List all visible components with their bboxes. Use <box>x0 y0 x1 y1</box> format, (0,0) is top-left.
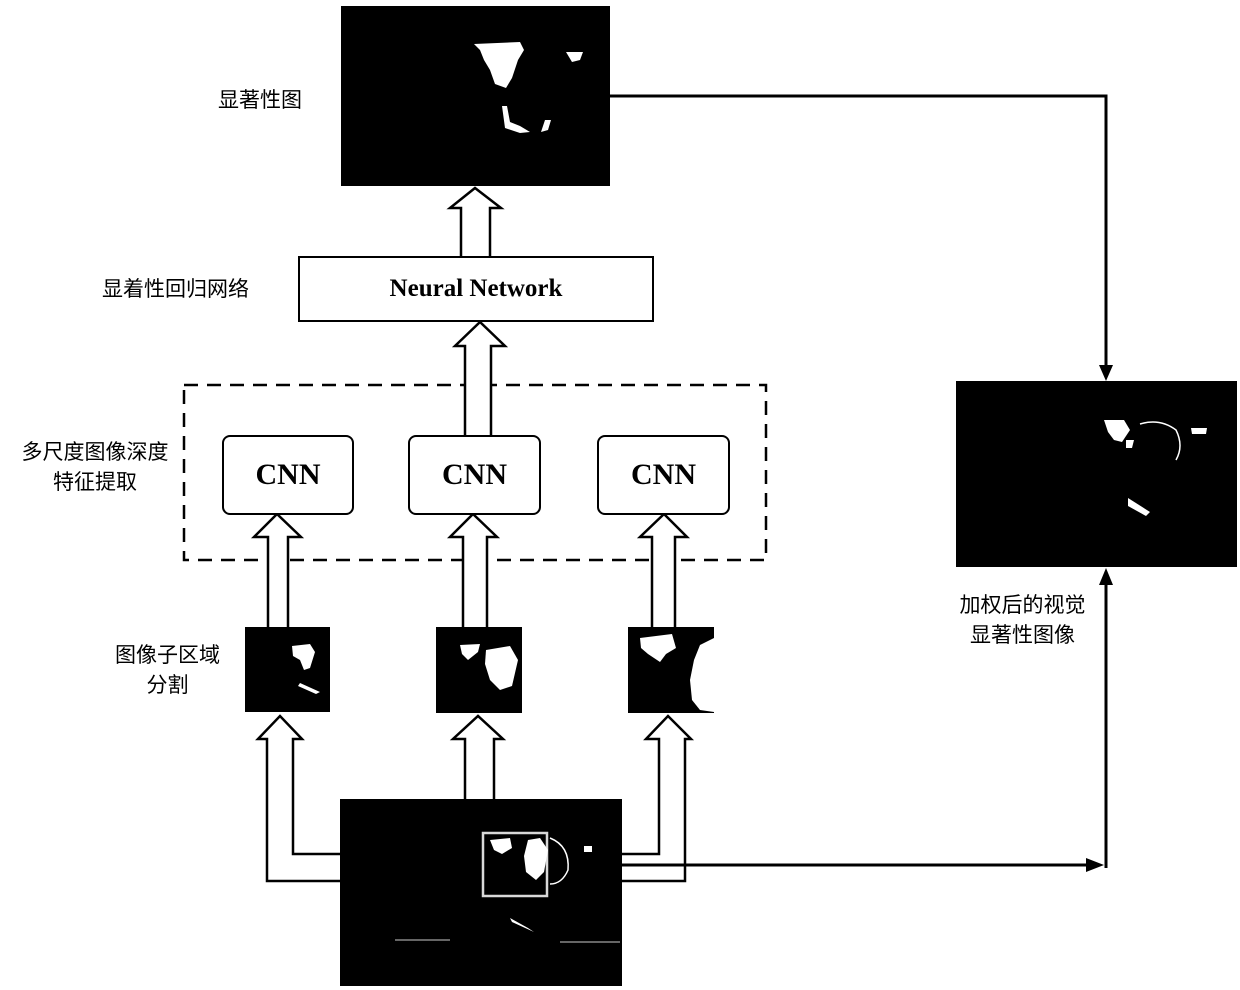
arrow-sub3-to-cnn3 <box>636 512 691 627</box>
arrowhead-right <box>1086 858 1104 872</box>
cnn-label: CNN <box>631 458 696 491</box>
sub-region-image-3 <box>628 627 714 713</box>
saliency-map-label: 显著性图 <box>218 88 302 112</box>
arrowhead-up <box>1099 568 1113 585</box>
sub-region-label: 图像子区域 分割 <box>115 643 220 697</box>
arrow-input-to-sub3 <box>622 714 695 883</box>
arrowhead-down <box>1099 365 1113 381</box>
arrow-input-to-sub1 <box>255 714 340 883</box>
cnn-block-3: CNN <box>597 435 730 515</box>
sub-region-image-1 <box>245 627 330 712</box>
sub-region-image-2 <box>436 627 522 713</box>
arrow-sub2-to-cnn2 <box>446 512 501 627</box>
connector-saliency-to-output <box>610 94 1108 366</box>
cnn-block-1: CNN <box>222 435 354 515</box>
neural-network-block: Neural Network <box>298 256 654 322</box>
weighted-saliency-label: 加权后的视觉 显著性图像 <box>959 593 1086 647</box>
arrow-sub1-to-cnn1 <box>250 512 305 627</box>
weighted-saliency-image <box>956 381 1237 567</box>
saliency-regression-label: 显着性回归网络 <box>102 277 249 301</box>
multiscale-feature-label: 多尺度图像深度 特征提取 <box>21 440 169 494</box>
arrow-input-to-sub2 <box>449 714 507 799</box>
input-image <box>340 799 622 986</box>
cnn-block-2: CNN <box>408 435 541 515</box>
saliency-map-image <box>341 6 610 186</box>
neural-network-label: Neural Network <box>389 275 563 302</box>
arrow-cnn-to-nn <box>451 320 509 436</box>
cnn-label: CNN <box>442 458 507 491</box>
arrow-nn-to-saliency <box>446 186 505 256</box>
cnn-label: CNN <box>255 458 321 491</box>
